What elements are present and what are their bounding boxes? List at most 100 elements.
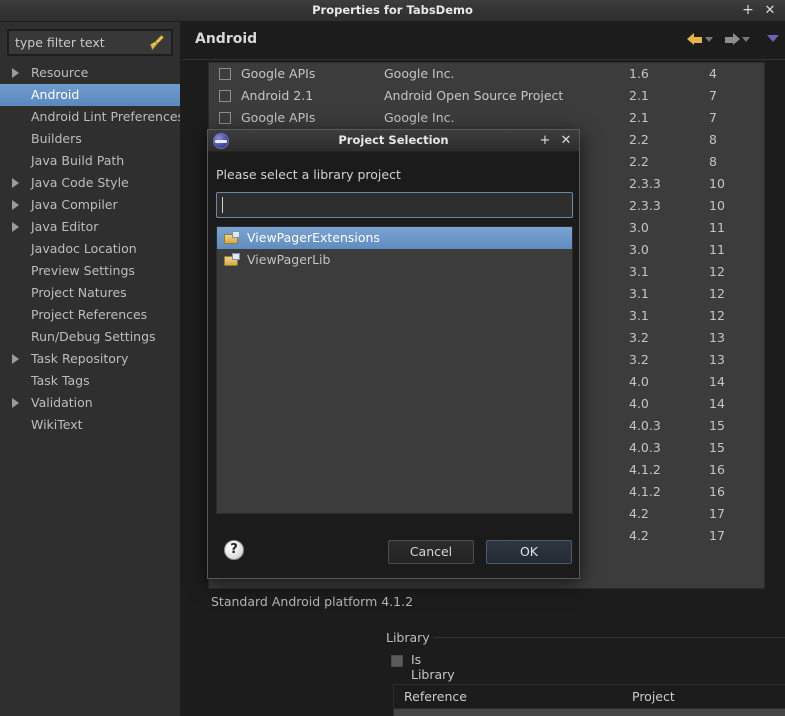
sidebar-item-java-compiler[interactable]: Java Compiler [0,194,180,216]
sidebar-item-preview-settings[interactable]: Preview Settings [0,260,180,282]
cell-api: 17 [709,528,725,543]
project-list[interactable]: ViewPagerExtensions ViewPagerLib [216,226,573,514]
cell-platform: 4.0.3 [629,418,661,433]
cell-vendor: Google Inc. [384,110,455,125]
library-group-label: Library [386,630,430,645]
cancel-button[interactable]: Cancel [388,540,474,564]
cell-platform: 2.3.3 [629,176,661,191]
chevron-right-icon[interactable] [12,354,19,364]
sidebar-item-wikitext[interactable]: WikiText [0,414,180,436]
library-table-body[interactable] [394,709,785,716]
row-checkbox[interactable] [219,112,231,124]
sidebar-item-label: Resource [31,65,89,80]
cell-platform: 3.0 [629,220,649,235]
table-row[interactable]: Google APIs Google Inc. 2.1 7 [209,107,764,129]
column-header-reference: Reference [404,689,467,704]
cell-platform: 3.0 [629,242,649,257]
cell-api: 7 [709,110,717,125]
dialog-maximize-button[interactable]: + [535,130,555,152]
view-menu-chevron-icon[interactable] [767,35,779,42]
chevron-right-icon[interactable] [12,68,19,78]
sidebar-item-java-editor[interactable]: Java Editor [0,216,180,238]
sidebar-item-resource[interactable]: Resource [0,62,180,84]
window-close-button[interactable]: ✕ [759,0,781,22]
chevron-right-icon[interactable] [12,178,19,188]
back-button[interactable] [686,29,713,48]
cell-api: 14 [709,374,725,389]
sidebar-item-javadoc-location[interactable]: Javadoc Location [0,238,180,260]
sidebar-item-label: Java Compiler [31,197,118,212]
list-item[interactable]: ViewPagerLib [217,249,572,271]
row-checkbox[interactable] [219,68,231,80]
cell-vendor: Android Open Source Project [384,88,564,103]
cell-name: Google APIs [241,110,316,125]
dialog-title: Project Selection [338,133,449,147]
sidebar-item-builders[interactable]: Builders [0,128,180,150]
cell-platform: 3.1 [629,286,649,301]
sidebar-item-label: Javadoc Location [31,241,137,256]
sidebar-item-label: Java Editor [31,219,99,234]
project-filter-input[interactable] [216,192,573,218]
cell-platform: 2.1 [629,88,649,103]
sidebar-item-android[interactable]: Android [0,84,180,106]
cell-name: Google APIs [241,66,316,81]
library-reference-table[interactable]: Reference Project [393,684,785,716]
cell-api: 17 [709,506,725,521]
column-header-project: Project [632,689,675,704]
sidebar-item-java-build-path[interactable]: Java Build Path [0,150,180,172]
cell-name: Android 2.1 [241,88,314,103]
window-maximize-button[interactable]: + [737,0,759,22]
sidebar-item-validation[interactable]: Validation [0,392,180,414]
sidebar-item-android-lint-preferences[interactable]: Android Lint Preferences [0,106,180,128]
cell-api: 7 [709,88,717,103]
cell-api: 15 [709,440,725,455]
chevron-right-icon[interactable] [12,200,19,210]
chevron-down-icon[interactable] [704,37,713,42]
sidebar-item-java-code-style[interactable]: Java Code Style [0,172,180,194]
sidebar-item-project-natures[interactable]: Project Natures [0,282,180,304]
cell-platform: 4.1.2 [629,462,661,477]
forward-button[interactable] [724,29,750,48]
cell-api: 12 [709,264,725,279]
cell-api: 15 [709,418,725,433]
list-item[interactable]: ViewPagerExtensions [217,227,572,249]
sidebar-item-task-tags[interactable]: Task Tags [0,370,180,392]
filter-input[interactable]: type filter text [7,29,173,56]
cell-platform: 4.2 [629,506,649,521]
arrow-left-icon [686,33,703,46]
cell-platform: 2.3.3 [629,198,661,213]
cell-platform: 4.0 [629,374,649,389]
sidebar-item-label: WikiText [31,417,83,432]
cell-api: 4 [709,66,717,81]
cell-api: 16 [709,462,725,477]
help-button[interactable]: ? [224,540,244,560]
row-checkbox[interactable] [219,90,231,102]
chevron-right-icon[interactable] [12,398,19,408]
page-title: Android [195,31,258,47]
cell-api: 11 [709,220,725,235]
page-header: Android [181,22,785,60]
library-group-divider [433,637,785,638]
sidebar-item-task-repository[interactable]: Task Repository [0,348,180,370]
window-titlebar: Properties for TabsDemo + ✕ [0,0,785,22]
chevron-down-icon[interactable] [741,37,750,42]
sidebar-item-run-debug-settings[interactable]: Run/Debug Settings [0,326,180,348]
table-row[interactable]: Android 2.1 Android Open Source Project 2.… [209,85,764,107]
cell-platform: 4.1.2 [629,484,661,499]
list-item-label: ViewPagerLib [247,252,331,267]
sidebar-item-project-references[interactable]: Project References [0,304,180,326]
chevron-right-icon[interactable] [12,222,19,232]
sidebar-item-label: Java Code Style [31,175,129,190]
table-row[interactable]: Google APIs Google Inc. 1.6 4 [209,63,764,85]
cell-api: 8 [709,154,717,169]
broom-icon[interactable] [148,34,166,51]
sidebar-item-label: Project Natures [31,285,127,300]
preferences-tree[interactable]: Resource Android Android Lint Preferences B… [0,62,180,436]
sidebar-item-label: Preview Settings [31,263,135,278]
page-nav-icons [681,28,779,52]
cell-api: 12 [709,308,725,323]
dialog-close-button[interactable]: ✕ [556,130,576,152]
ok-button[interactable]: OK [486,540,572,564]
dialog-prompt: Please select a library project [216,167,401,182]
cell-platform: 2.2 [629,154,649,169]
